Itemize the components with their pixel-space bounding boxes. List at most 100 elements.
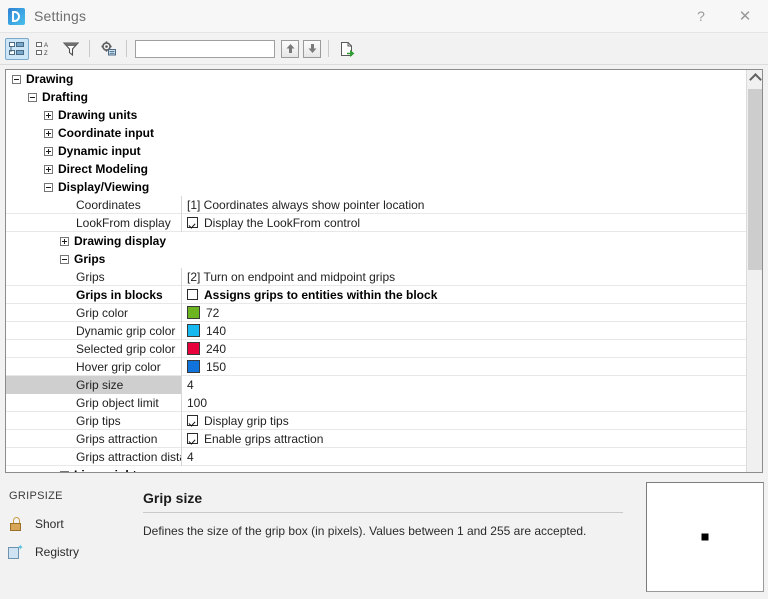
property-value-text: 4 [187,449,194,464]
tree-category-row[interactable]: Direct Modeling [6,160,747,178]
tree-category-row[interactable]: Lineweights [6,466,747,472]
export-page-icon [341,41,355,57]
property-row[interactable]: Dynamic grip color 140 [6,321,747,340]
property-row[interactable]: Grips in blocks Assigns grips to entities… [6,285,747,304]
find-previous-button[interactable] [281,39,299,58]
collapse-icon[interactable] [28,92,37,102]
property-value[interactable]: 150 [182,358,747,376]
expand-icon[interactable] [60,236,69,246]
color-swatch[interactable] [187,306,200,319]
property-checkbox[interactable] [187,289,198,300]
sysvar-scope-short[interactable]: Short [8,514,133,534]
collapse-icon[interactable] [60,254,69,264]
property-row[interactable]: Grip size 4 [6,375,747,394]
property-row[interactable]: Hover grip color 150 [6,357,747,376]
property-value[interactable]: [2] Turn on endpoint and midpoint grips [182,268,747,286]
property-row[interactable]: Grip tips Display grip tips [6,411,747,430]
property-value-text: Assigns grips to entities within the blo… [204,287,438,302]
property-name: Grips [6,267,182,286]
export-button[interactable] [335,38,359,60]
sysvar-column: GRIPSIZE Short ✦ Registry [8,490,133,570]
property-row[interactable]: Grips attraction Enable grips attraction [6,429,747,448]
tree-category-row[interactable]: Drawing [6,70,747,88]
property-value[interactable]: Assigns grips to entities within the blo… [182,286,747,304]
property-row[interactable]: LookFrom display Display the LookFrom con… [6,213,747,232]
scrollbar-thumb[interactable] [748,89,762,270]
property-name: Grip size [6,375,182,394]
property-value[interactable]: 4 [182,448,747,466]
tree-category-label: Drawing units [58,108,138,122]
property-value[interactable]: Display the LookFrom control [182,214,747,232]
property-value-text: 4 [187,377,194,392]
property-value[interactable]: [1] Coordinates always show pointer loca… [182,196,747,214]
alphabetical-view-button[interactable]: A Z [32,38,56,60]
property-value[interactable]: 72 [182,304,747,322]
categorized-view-button[interactable] [5,37,29,60]
registry-icon: ✦ [8,544,24,559]
property-row[interactable]: Selected grip color 240 [6,339,747,358]
settings-options-button[interactable] [96,38,120,60]
expand-icon[interactable] [60,470,69,472]
tree-category-row[interactable]: Display/Viewing [6,178,747,196]
help-button[interactable]: ? [680,0,722,32]
property-value-text: Enable grips attraction [204,431,324,446]
chevron-up-icon [748,73,762,86]
property-value[interactable]: 140 [182,322,747,340]
property-name: Coordinates [6,195,182,214]
grid-vertical-scrollbar[interactable] [746,70,762,472]
clipped-category-row[interactable]: Lineweights [6,466,747,472]
gear-box-icon [100,41,116,56]
property-row[interactable]: Grips [2] Turn on endpoint and midpoint g… [6,267,747,286]
scroll-up-button[interactable] [747,70,762,87]
filter-button[interactable] [59,38,83,60]
sysvar-storage-registry[interactable]: ✦ Registry [8,542,133,562]
property-checkbox[interactable] [187,415,198,426]
tree-category-row[interactable]: Drawing units [6,106,747,124]
window-title: Settings [34,8,87,24]
arrow-down-icon [308,44,316,53]
property-value-text: Display grip tips [204,413,289,428]
property-name: Grips attraction [6,429,182,448]
tree-category-row[interactable]: Grips [6,250,747,268]
close-button[interactable]: ✕ [722,0,768,32]
property-row[interactable]: Grips attraction distance 4 [6,447,747,466]
property-value-text: 240 [206,341,227,356]
property-value[interactable]: Display grip tips [182,412,747,430]
property-row[interactable]: Grip color 72 [6,303,747,322]
settings-grid-rows: Drawing Drafting Drawing units Coordinate i… [6,70,747,472]
property-value[interactable]: 4 [182,375,747,394]
expand-icon[interactable] [44,164,53,174]
tree-category-label: Direct Modeling [58,162,149,176]
funnel-icon [62,42,79,56]
tree-category-label: Lineweights [74,468,143,472]
property-value[interactable]: 240 [182,340,747,358]
find-next-button[interactable] [303,39,321,58]
property-name: Selected grip color [6,339,182,358]
property-checkbox[interactable] [187,433,198,444]
expand-icon[interactable] [44,146,53,156]
search-input[interactable] [135,39,275,58]
property-row[interactable]: Coordinates [1] Coordinates always show p… [6,195,747,214]
expand-icon[interactable] [44,128,53,138]
color-swatch[interactable] [187,342,200,355]
property-name: Grip tips [6,411,182,430]
property-name: Grips attraction distance [6,447,182,466]
collapse-icon[interactable] [44,182,53,192]
collapse-icon[interactable] [12,74,21,84]
property-value[interactable]: Enable grips attraction [182,430,747,448]
color-swatch[interactable] [187,360,200,373]
property-name: Grip color [6,303,182,322]
grip-preview-square [701,533,709,541]
expand-icon[interactable] [44,110,53,120]
property-value[interactable]: 100 [182,394,747,412]
property-name: Grip object limit [6,393,182,412]
tree-category-row[interactable]: Coordinate input [6,124,747,142]
tree-category-row[interactable]: Dynamic input [6,142,747,160]
sysvar-storage-label: Registry [35,545,80,559]
color-swatch[interactable] [187,324,200,337]
property-row[interactable]: Grip object limit 100 [6,393,747,412]
tree-category-label: Drawing display [74,234,167,248]
tree-category-row[interactable]: Drawing display [6,232,747,250]
property-checkbox[interactable] [187,217,198,228]
tree-category-row[interactable]: Drafting [6,88,747,106]
